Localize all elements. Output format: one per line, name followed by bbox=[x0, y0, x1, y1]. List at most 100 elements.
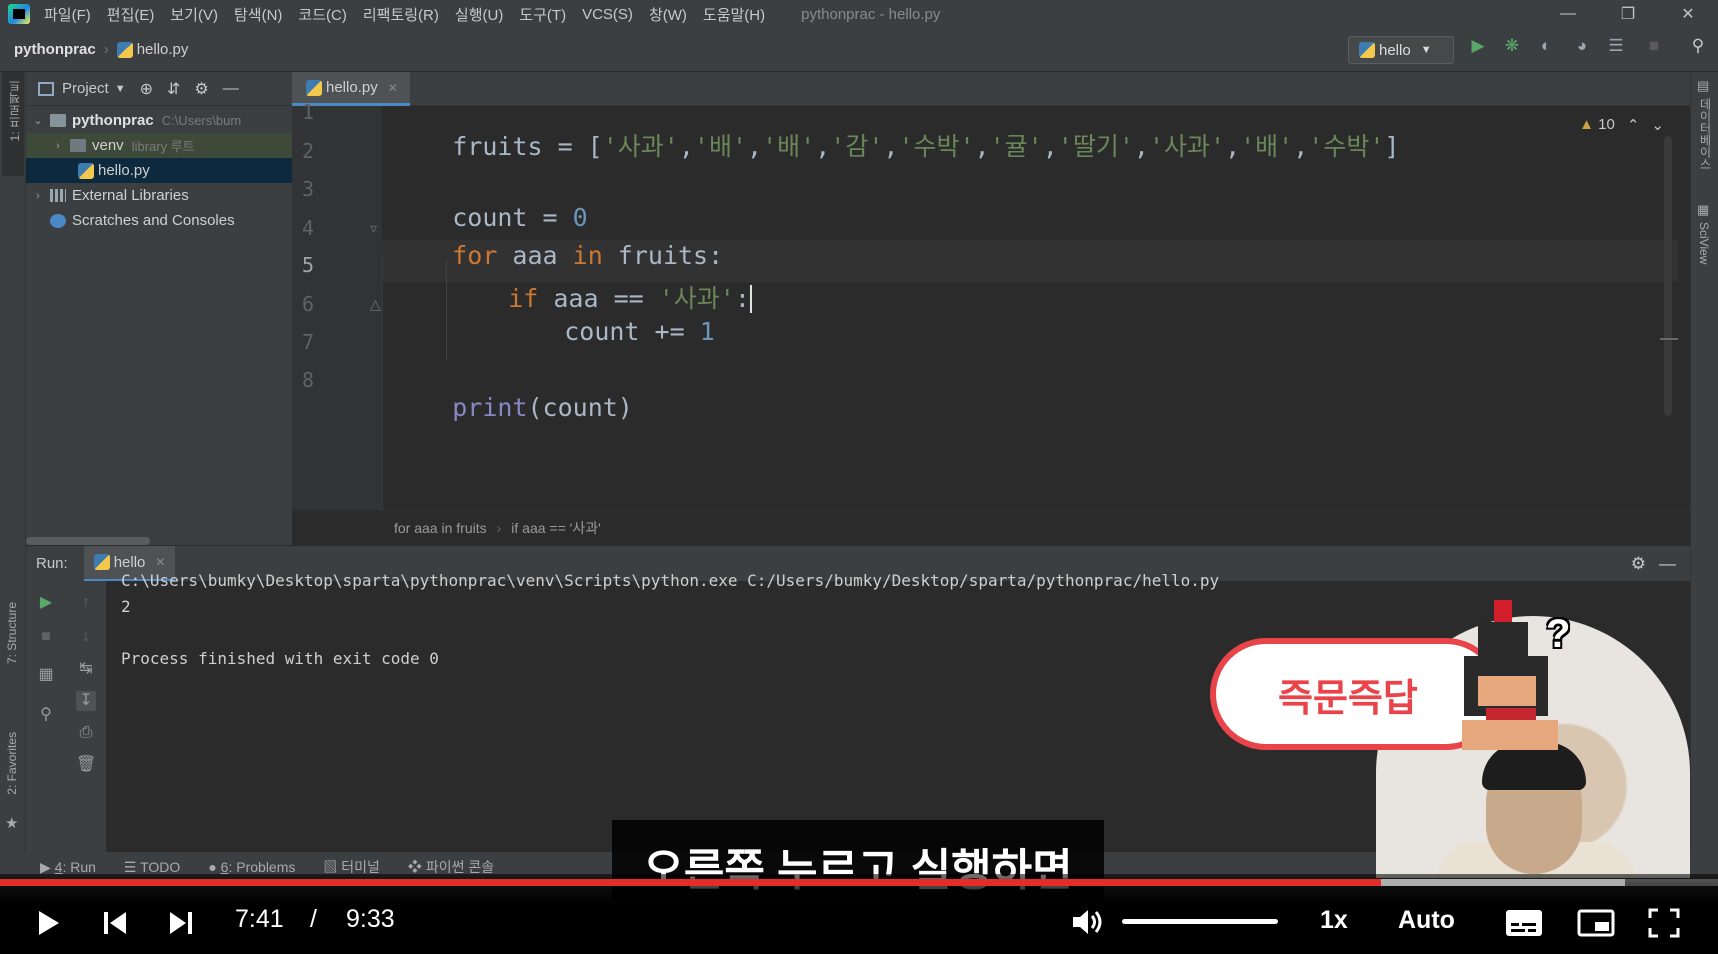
project-tool-window-button[interactable]: 1: 프로젝트 bbox=[2, 72, 24, 176]
favorites-tool-label[interactable]: 2: Favorites bbox=[5, 732, 19, 795]
layout-icon[interactable]: ▦ bbox=[36, 665, 56, 685]
line-number: 7 bbox=[302, 330, 315, 354]
quality-setting[interactable]: Auto bbox=[1398, 906, 1455, 935]
code-editor[interactable]: fruits = ['사과','배','배','감','수박','귤','딸기'… bbox=[382, 106, 1678, 510]
trash-icon[interactable]: 🗑 bbox=[76, 755, 96, 775]
chevron-up-icon[interactable]: ⌃ bbox=[1627, 116, 1640, 134]
tool-run[interactable]: ▶ 4: Run bbox=[40, 859, 96, 876]
fold-open-icon[interactable]: ▿ bbox=[370, 220, 377, 237]
window-title: pythonprac - hello.py bbox=[801, 5, 941, 23]
menu-window[interactable]: 창(W) bbox=[649, 4, 687, 25]
soft-wrap-icon[interactable]: ↹ bbox=[76, 659, 96, 679]
text-caret bbox=[749, 285, 752, 313]
close-icon[interactable]: ✕ bbox=[1658, 0, 1718, 28]
database-tool-label[interactable]: 데이터베이스 bbox=[1697, 98, 1714, 170]
collapse-all-icon[interactable]: ⇵ bbox=[167, 79, 180, 99]
breadcrumb-item[interactable]: if aaa == '사과' bbox=[511, 518, 601, 538]
horizontal-scrollbar[interactable] bbox=[26, 537, 150, 545]
video-progress-bar[interactable] bbox=[0, 879, 1718, 886]
run-config-select[interactable]: hello ▼ bbox=[1348, 36, 1454, 64]
run-icon[interactable]: ▶ bbox=[1468, 36, 1488, 56]
pycharm-logo-icon bbox=[8, 4, 30, 24]
search-icon[interactable]: ⚲ bbox=[1688, 36, 1708, 56]
time-separator: / bbox=[310, 905, 317, 933]
close-tab-icon[interactable]: ✕ bbox=[155, 555, 165, 569]
fullscreen-icon[interactable] bbox=[1646, 906, 1682, 940]
minimize-icon[interactable]: — bbox=[1538, 0, 1598, 28]
close-tab-icon[interactable]: ✕ bbox=[388, 81, 398, 95]
coverage-icon[interactable]: ◐ bbox=[1536, 36, 1556, 56]
breadcrumb-item[interactable]: for aaa in fruits bbox=[394, 520, 487, 536]
profile-icon[interactable]: ◕ bbox=[1572, 36, 1592, 56]
tool-todo[interactable]: ☰ TODO bbox=[124, 859, 180, 876]
hide-icon[interactable]: — bbox=[223, 80, 239, 98]
miniplayer-icon[interactable] bbox=[1576, 906, 1616, 940]
gear-icon[interactable]: ⚙ bbox=[194, 79, 208, 99]
captions-icon[interactable] bbox=[1504, 906, 1544, 940]
next-icon[interactable] bbox=[166, 906, 196, 940]
play-icon[interactable] bbox=[34, 906, 64, 940]
menu-run[interactable]: 실행(U) bbox=[455, 4, 503, 25]
nav-file[interactable]: hello.py bbox=[137, 41, 189, 58]
debug-icon[interactable]: ❋ bbox=[1502, 36, 1522, 56]
volume-icon[interactable] bbox=[1070, 904, 1106, 940]
structure-tool-label[interactable]: 7: Structure bbox=[5, 602, 19, 664]
volume-slider[interactable] bbox=[1122, 919, 1278, 924]
vertical-scrollbar[interactable] bbox=[1664, 136, 1672, 416]
gear-icon[interactable]: ⚙ bbox=[1631, 554, 1646, 574]
stop-icon[interactable]: ■ bbox=[36, 627, 56, 647]
sciview-tool-label[interactable]: SciView bbox=[1697, 222, 1711, 264]
chevron-down-icon[interactable]: ⌄ bbox=[1651, 116, 1664, 134]
tree-item-external-libraries[interactable]: › External Libraries bbox=[26, 183, 292, 208]
arrow-down-icon[interactable]: ↓ bbox=[76, 627, 96, 647]
project-panel-title[interactable]: Project bbox=[62, 80, 109, 97]
code-line-6: count += 1 bbox=[504, 288, 715, 375]
tree-item-scratches[interactable]: Scratches and Consoles bbox=[26, 208, 292, 233]
tool-run-label: : Run bbox=[62, 858, 96, 875]
nav-project[interactable]: pythonprac bbox=[14, 41, 96, 58]
code-token: , bbox=[1225, 132, 1241, 161]
chevron-down-icon[interactable]: ▼ bbox=[115, 83, 126, 95]
current-time: 7:41 bbox=[235, 905, 284, 933]
menu-help[interactable]: 도움말(H) bbox=[703, 4, 765, 25]
scroll-to-end-icon[interactable]: ↧ bbox=[76, 691, 96, 711]
pixel-body bbox=[1462, 720, 1558, 750]
console-line: C:\Users\bumky\Desktop\sparta\pythonprac… bbox=[121, 571, 1220, 590]
menu-navigate[interactable]: 탐색(N) bbox=[234, 4, 282, 25]
qa-badge-text: 즉문즉답 bbox=[1278, 677, 1418, 720]
tool-problems[interactable]: ● 6: Problems bbox=[208, 859, 295, 875]
pin-icon[interactable]: ⚲ bbox=[36, 705, 56, 725]
pixel-character-icon: ? bbox=[1450, 600, 1570, 750]
line-number: 1 bbox=[302, 100, 315, 124]
arrow-up-icon[interactable]: ↑ bbox=[76, 593, 96, 613]
playback-speed[interactable]: 1x bbox=[1320, 906, 1348, 935]
project-view-icon bbox=[38, 81, 54, 96]
tree-item-pythonprac[interactable]: ⌄ pythonprac C:\Users\bum bbox=[26, 108, 292, 133]
menu-vcs[interactable]: VCS(S) bbox=[582, 6, 633, 23]
print-icon[interactable]: ⎙ bbox=[76, 723, 96, 743]
chevron-down-icon: ⌄ bbox=[33, 115, 43, 127]
tree-ext-label: External Libraries bbox=[72, 187, 189, 204]
code-token: : bbox=[734, 284, 750, 313]
library-icon bbox=[50, 189, 66, 202]
inspection-widget[interactable]: ▲ 10 ⌃ ⌄ bbox=[1579, 116, 1664, 134]
menu-edit[interactable]: 편집(E) bbox=[107, 4, 155, 25]
menu-code[interactable]: 코드(C) bbox=[298, 4, 346, 25]
restore-icon[interactable]: ❐ bbox=[1598, 0, 1658, 28]
menu-file[interactable]: 파일(F) bbox=[44, 4, 91, 25]
previous-icon[interactable] bbox=[100, 906, 130, 940]
tree-item-venv[interactable]: › venv library 루트 bbox=[26, 133, 292, 158]
code-string: '감' bbox=[830, 132, 884, 161]
tree-venv-label: venv bbox=[92, 137, 124, 154]
hide-icon[interactable]: — bbox=[1659, 554, 1676, 574]
code-token: , bbox=[1293, 132, 1309, 161]
tree-item-hello-py[interactable]: hello.py bbox=[26, 158, 292, 183]
menu-tools[interactable]: 도구(T) bbox=[519, 4, 566, 25]
stop-icon[interactable]: ■ bbox=[1644, 36, 1664, 56]
fold-end-icon[interactable]: △ bbox=[370, 296, 381, 313]
rerun-icon[interactable]: ▶ bbox=[36, 593, 56, 613]
menu-view[interactable]: 보기(V) bbox=[170, 4, 218, 25]
locate-icon[interactable]: ⊕ bbox=[140, 79, 153, 99]
build-icon[interactable]: ☰ bbox=[1606, 36, 1626, 56]
menu-refactor[interactable]: 리팩토링(R) bbox=[363, 4, 439, 25]
